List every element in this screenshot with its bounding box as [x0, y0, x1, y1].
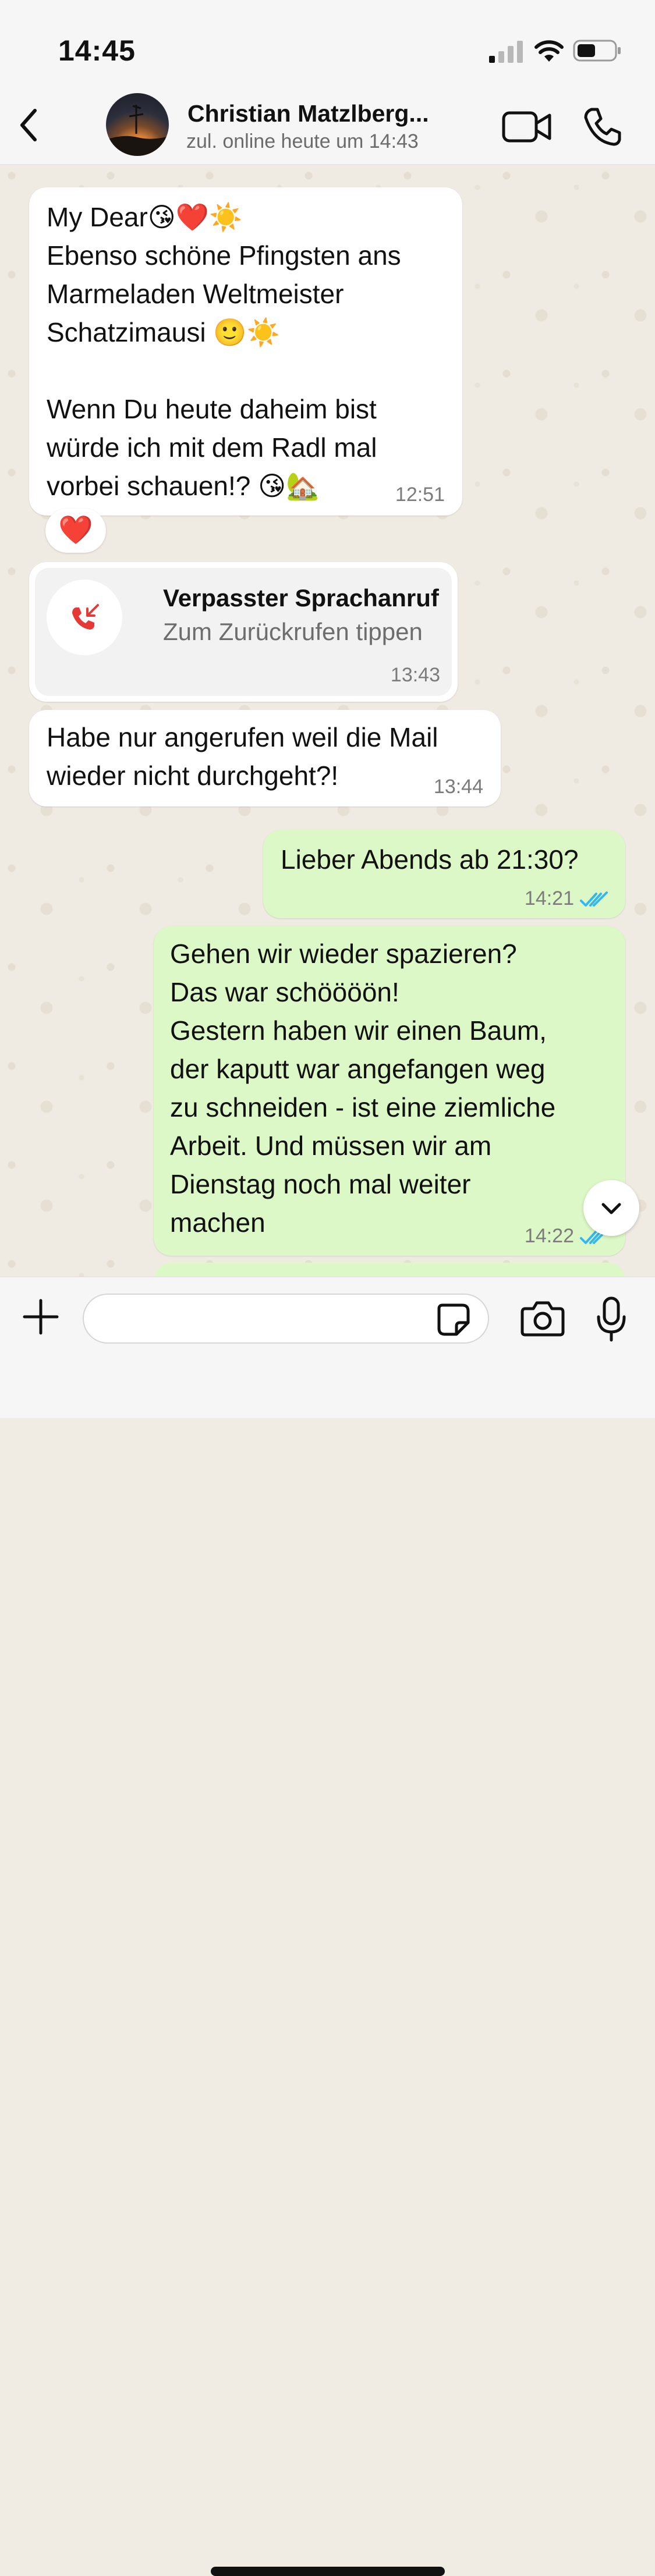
- phone-icon[interactable]: [581, 106, 623, 148]
- status-time: 14:45: [58, 34, 136, 67]
- message-time: 13:44: [433, 776, 483, 798]
- back-icon[interactable]: [12, 105, 47, 145]
- message-time: 14:22: [524, 1225, 574, 1247]
- missed-call-icon-circle: [47, 580, 122, 655]
- message-reaction[interactable]: ❤️: [45, 509, 106, 553]
- contact-last-seen: zul. online heute um 14:43: [186, 130, 419, 152]
- chat-header: Christian Matzlberg... zul. online heute…: [0, 87, 655, 165]
- avatar[interactable]: [106, 93, 169, 156]
- message-text: My Dear😘❤️☀️ Ebenso schöne Pfingsten ans…: [47, 202, 401, 501]
- missed-call-subtitle: Zum Zurückrufen tippen: [163, 618, 423, 645]
- outgoing-message[interactable]: Gehen wir wieder spazieren? Das war schö…: [154, 926, 625, 1256]
- home-indicator: [211, 2567, 445, 2576]
- message-input[interactable]: [83, 1294, 489, 1344]
- plus-icon[interactable]: [22, 1298, 59, 1335]
- scroll-to-bottom-button[interactable]: [583, 1180, 639, 1236]
- message-time: 12:51: [395, 484, 445, 506]
- microphone-icon[interactable]: [595, 1296, 628, 1342]
- message-time: 13:43: [390, 664, 440, 686]
- battery-icon: [573, 40, 621, 62]
- message-time: 14:21: [524, 887, 574, 909]
- cellular-signal-icon: [489, 41, 523, 63]
- message-text: Habe nur angerufen weil die Mail wieder …: [47, 722, 438, 791]
- sticker-icon[interactable]: [437, 1303, 470, 1337]
- message-text: Lieber Abends ab 21:30?: [281, 844, 579, 875]
- incoming-message[interactable]: Habe nur angerufen weil die Mail wieder …: [29, 710, 501, 806]
- missed-call-icon: [72, 604, 99, 630]
- missed-call-title: Verpasster Sprachanruf: [163, 584, 439, 612]
- status-bar: 14:45: [0, 0, 655, 87]
- message-text: Gehen wir wieder spazieren? Das war schö…: [170, 939, 556, 1238]
- missed-call-message[interactable]: Verpasster Sprachanruf Zum Zurückrufen t…: [29, 562, 458, 702]
- chevron-down-icon: [601, 1203, 621, 1214]
- wifi-icon: [534, 40, 564, 62]
- read-receipt-icon: [580, 891, 608, 907]
- video-camera-icon[interactable]: [502, 109, 552, 144]
- outgoing-message[interactable]: Lieber Abends ab 21:30? 14:21: [263, 830, 625, 918]
- incoming-message[interactable]: My Dear😘❤️☀️ Ebenso schöne Pfingsten ans…: [29, 187, 462, 516]
- message-input-bar: [0, 1277, 655, 2576]
- camera-icon[interactable]: [521, 1301, 565, 1337]
- contact-name[interactable]: Christian Matzlberg...: [187, 100, 444, 127]
- heart-reaction: ❤️: [58, 515, 93, 546]
